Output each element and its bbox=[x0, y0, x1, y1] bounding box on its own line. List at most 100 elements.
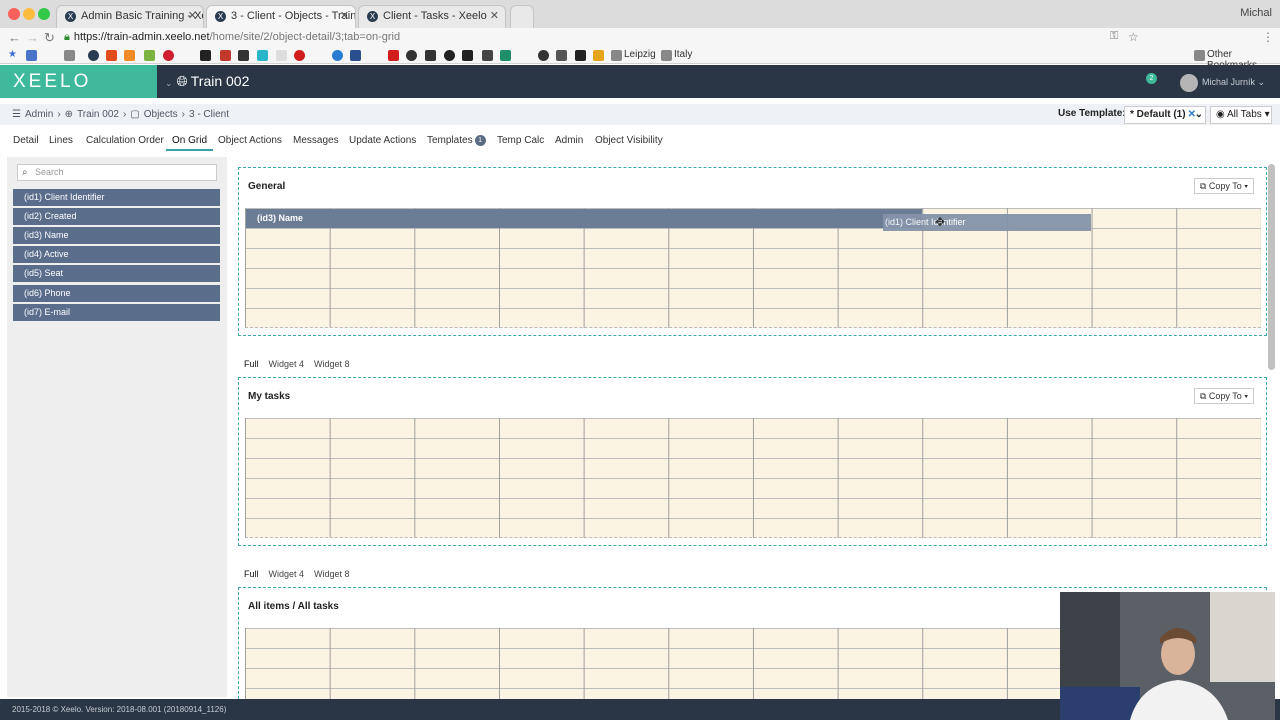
browser-tab[interactable]: X Admin Basic Training - Xeelo K ✕ bbox=[56, 5, 204, 28]
xeelo-favicon-icon: X bbox=[65, 11, 76, 22]
tab-calculation-order[interactable]: Calculation Order bbox=[86, 135, 164, 146]
bookmark-icon[interactable] bbox=[444, 50, 455, 61]
tab-messages[interactable]: Messages bbox=[293, 135, 339, 146]
key-icon[interactable]: ⚿ bbox=[1110, 30, 1118, 43]
tab-on-grid[interactable]: On Grid bbox=[166, 135, 214, 151]
tab-widget-4[interactable]: Widget 4 bbox=[269, 569, 305, 579]
maximize-window-button[interactable] bbox=[38, 8, 50, 20]
copy-to-button[interactable]: ⧉ Copy To ▾ bbox=[1193, 388, 1254, 404]
bookmark-icon[interactable] bbox=[200, 50, 211, 61]
tab-object-actions[interactable]: Object Actions bbox=[218, 135, 282, 146]
breadcrumb-site[interactable]: Train 002 bbox=[77, 109, 119, 120]
field-item[interactable]: (id6) Phone bbox=[13, 285, 220, 302]
breadcrumb-admin[interactable]: Admin bbox=[25, 109, 53, 120]
bookmark-icon[interactable] bbox=[425, 50, 436, 61]
bookmark-icon[interactable] bbox=[276, 50, 287, 61]
close-tab-icon[interactable]: ✕ bbox=[490, 6, 499, 27]
bookmark-icon[interactable] bbox=[332, 50, 343, 61]
bookmark-icon[interactable] bbox=[294, 50, 305, 61]
copy-to-button[interactable]: ⧉ Copy To ▾ bbox=[1193, 178, 1254, 194]
field-item[interactable]: (id5) Seat bbox=[13, 265, 220, 282]
bookmark-icon[interactable] bbox=[575, 50, 586, 61]
tab-admin[interactable]: Admin bbox=[555, 135, 583, 146]
bookmark-icon[interactable] bbox=[500, 50, 511, 61]
field-item[interactable]: (id3) Name bbox=[13, 227, 220, 244]
field-item[interactable]: (id4) Active bbox=[13, 246, 220, 263]
xeelo-logo[interactable]: XEELO bbox=[0, 65, 157, 98]
breadcrumb-objects[interactable]: Objects bbox=[144, 109, 178, 120]
tab-detail[interactable]: Detail bbox=[13, 135, 39, 146]
tab-widget-8[interactable]: Widget 8 bbox=[314, 359, 350, 369]
chevron-down-icon: ⌄ bbox=[1194, 109, 1203, 120]
webcam-overlay bbox=[1060, 592, 1275, 720]
tab-temp-calc[interactable]: Temp Calc bbox=[497, 135, 544, 146]
bookmark-icon[interactable] bbox=[144, 50, 155, 61]
field-item[interactable]: (id1) Client Identifier bbox=[13, 189, 220, 206]
bookmarks-star-icon[interactable]: ★ bbox=[8, 49, 17, 60]
tab-full[interactable]: Full bbox=[244, 569, 259, 579]
bookmark-star-icon[interactable]: ☆ bbox=[1128, 30, 1139, 44]
close-tab-icon[interactable]: ✕ bbox=[340, 6, 349, 27]
bookmark-icon[interactable] bbox=[257, 50, 268, 61]
site-switcher[interactable]: ⌄ 🌐︎ Train 002 bbox=[165, 65, 249, 98]
minimize-window-button[interactable] bbox=[23, 8, 35, 20]
tab-lines[interactable]: Lines bbox=[49, 135, 73, 146]
bookmark-icon[interactable] bbox=[556, 50, 567, 61]
template-select[interactable]: * Default (1) ✕ ⌄ bbox=[1124, 106, 1206, 124]
bookmark-icon[interactable] bbox=[593, 50, 604, 61]
bookmark-icon[interactable] bbox=[388, 50, 399, 61]
close-window-button[interactable] bbox=[8, 8, 20, 20]
bookmark-icon[interactable] bbox=[406, 50, 417, 61]
move-cursor-icon: ✥ bbox=[935, 215, 946, 229]
grid-field-dragging[interactable]: (id1) Client Identifier ✥ bbox=[883, 214, 1091, 231]
bookmark-icon[interactable] bbox=[88, 50, 99, 61]
search-input[interactable]: ⌕ Search bbox=[17, 164, 217, 181]
field-item[interactable]: (id2) Created bbox=[13, 208, 220, 225]
field-item[interactable]: (id7) E-mail bbox=[13, 304, 220, 321]
tab-widget-8[interactable]: Widget 8 bbox=[314, 569, 350, 579]
site-title: Train 002 bbox=[190, 73, 250, 89]
notifications-icon[interactable]: 2 bbox=[1146, 73, 1162, 89]
breadcrumb: ☰ Admin › ⊕ Train 002 › ▢ Objects › 3 - Client bbox=[12, 104, 233, 125]
tab-full[interactable]: Full bbox=[244, 359, 259, 369]
tab-update-actions[interactable]: Update Actions bbox=[349, 135, 416, 146]
bookmark-icon[interactable] bbox=[220, 50, 231, 61]
browser-profile[interactable]: Michal bbox=[1240, 7, 1272, 19]
menu-kebab-icon[interactable]: ⋮ bbox=[1262, 30, 1274, 44]
bookmark-icon[interactable] bbox=[163, 50, 174, 61]
tab-object-visibility[interactable]: Object Visibility bbox=[595, 135, 663, 146]
all-tabs-dropdown[interactable]: ◉ All Tabs ▾ bbox=[1210, 106, 1272, 124]
url-field[interactable]: 🔒︎ https://train-admin.xeelo.net/home/sit… bbox=[64, 29, 1144, 46]
widget-title: All items / All tasks bbox=[248, 601, 339, 612]
grid-field-placed[interactable]: (id3) Name bbox=[246, 209, 922, 228]
bookmark-icon[interactable] bbox=[238, 50, 249, 61]
bookmark-icon[interactable] bbox=[106, 50, 117, 61]
bookmark-icon[interactable] bbox=[124, 50, 135, 61]
bookmark-icon[interactable] bbox=[482, 50, 493, 61]
browser-tab[interactable]: X Client - Tasks - Xeelo ✕ bbox=[358, 5, 506, 28]
widget-size-tabs: Full Widget 4 Widget 8 bbox=[244, 569, 360, 579]
forward-arrow-icon[interactable]: → bbox=[26, 30, 39, 45]
bookmark-icon[interactable] bbox=[538, 50, 549, 61]
folder-icon[interactable] bbox=[611, 50, 622, 61]
browser-tab-active[interactable]: X 3 - Client - Objects - Train 002 ✕ bbox=[206, 5, 356, 28]
bookmark-icon[interactable] bbox=[350, 50, 361, 61]
bookmark-folder-italy[interactable]: Italy bbox=[674, 49, 692, 60]
page-scrollbar[interactable] bbox=[1268, 164, 1275, 370]
tab-widget-4[interactable]: Widget 4 bbox=[269, 359, 305, 369]
close-tab-icon[interactable]: ✕ bbox=[188, 6, 197, 27]
bookmark-folder-leipzig[interactable]: Leipzig bbox=[624, 49, 656, 60]
widget-title: My tasks bbox=[248, 391, 291, 402]
new-tab-button[interactable] bbox=[510, 5, 534, 28]
folder-icon[interactable] bbox=[661, 50, 672, 61]
user-menu[interactable]: Michal Jurník ⌄ bbox=[1180, 72, 1265, 92]
folder-icon[interactable] bbox=[1194, 50, 1205, 61]
bookmark-icon[interactable] bbox=[26, 50, 37, 61]
tab-templates[interactable]: Templates 1 bbox=[427, 135, 486, 146]
reload-icon[interactable]: ↻ bbox=[44, 30, 55, 46]
bookmark-icon[interactable] bbox=[462, 50, 473, 61]
folder-icon[interactable] bbox=[64, 50, 75, 61]
user-name: Michal Jurník bbox=[1202, 77, 1256, 87]
back-arrow-icon[interactable]: ← bbox=[8, 30, 21, 45]
layout-grid[interactable] bbox=[245, 418, 1261, 538]
